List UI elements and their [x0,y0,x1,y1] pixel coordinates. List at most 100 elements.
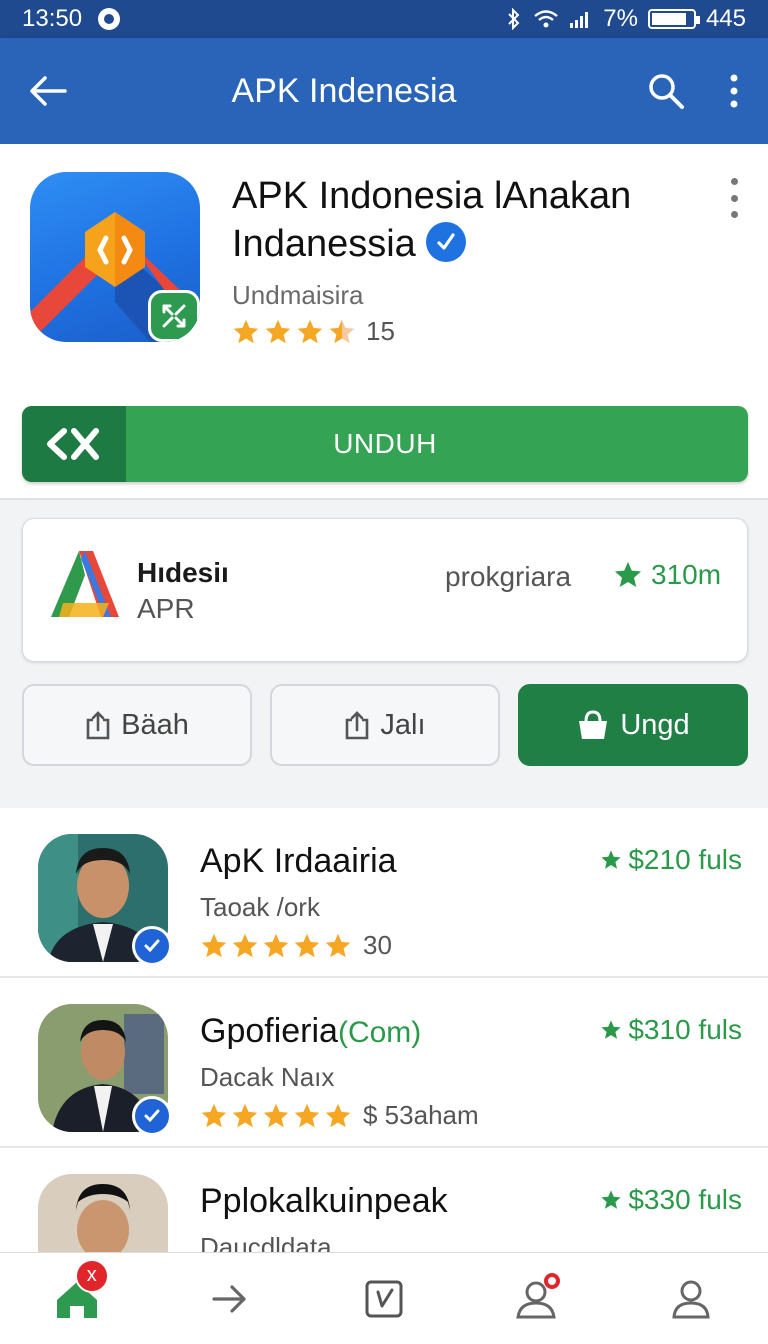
developer-name[interactable]: Undmaisira [232,280,364,311]
publisher-score: 310m [613,559,721,591]
star-icon [201,1103,227,1127]
back-button[interactable] [0,38,96,144]
list-item-sub: Dacak Naıx [200,1062,335,1092]
verified-icon [132,1096,172,1136]
bag-icon [579,710,608,739]
rating-count: 15 [366,316,395,346]
star-icon [601,850,621,869]
wifi-icon [534,10,559,28]
status-extra: 445 [705,5,746,32]
nav-people[interactable] [488,1253,588,1344]
publisher-name: Hıdesiı [137,557,229,588]
star-icon [294,933,320,957]
verified-icon [425,221,466,262]
list-item[interactable]: Gpofieria(Com) Dacak Naıx $ 53aham $310 … [0,978,768,1148]
star-icon [201,933,227,957]
app-more-button[interactable] [724,178,744,218]
rating-stars [232,318,356,346]
list-item-sub: Taoak /ork [200,892,320,922]
nav-profile[interactable] [641,1253,741,1344]
nav-edit[interactable] [334,1253,434,1344]
action-button-3[interactable]: Ungd [518,684,748,766]
app-title-line2-wrap: Indanessia [232,220,692,268]
app-title-line1: APK Indonesia lAnakan [232,175,632,217]
list-item[interactable]: Pplokalkuinpeak Daucdldata $330 fuls [0,1148,768,1252]
star-icon [232,933,258,957]
status-right: 7% 445 [505,5,746,33]
app-title: APK Indonesia lAnakan Indanessia [232,172,692,268]
star-icon [233,319,259,343]
price-value: $330 fuls [628,1184,742,1215]
rating-stars [200,932,352,960]
star-icon [325,933,351,957]
share-icon [86,711,110,740]
list-item-name: Gpofieria(Com) [200,1012,421,1051]
publisher-score-value: 310m [651,559,722,590]
app-rating: 15 [232,316,395,347]
battery-percent: 7% [603,5,638,32]
bottom-nav: x [0,1252,768,1344]
download-lead-icon [22,406,126,482]
publisher-logo-icon [49,547,121,625]
publisher-category: prokgriara [445,561,572,592]
forward-icon [212,1284,246,1313]
star-icon [614,561,642,587]
arrow-left-icon [30,76,67,106]
star-icon [263,1103,289,1127]
rating-text: $ 53aham [363,1100,479,1130]
list-item-tag: (Com) [337,1016,422,1049]
action-button-2[interactable]: Jalı [270,684,500,766]
star-icon [297,319,323,343]
price-value: $310 fuls [628,1014,742,1045]
action-row: Bäah Jalı Ungd [22,684,748,766]
list-item-title: Gpofieria [200,1012,338,1050]
battery-icon [647,9,700,29]
star-icon [263,933,289,957]
list-item-sub: Daucdldata [200,1232,332,1252]
star-icon [232,1103,258,1127]
rating-stars [200,1102,352,1130]
bluetooth-icon [508,8,520,30]
app-bar: APK Indenesia [0,38,768,144]
action-label-2: Jalı [380,708,426,741]
nav-home[interactable]: x [27,1253,127,1344]
list-item-price: $210 fuls [600,844,742,876]
nav-forward[interactable] [180,1253,280,1344]
notification-dot [543,1272,560,1289]
verified-icon [132,926,172,966]
star-icon [294,1103,320,1127]
status-time: 13:50 [22,5,83,32]
app-bar-title: APK Indenesia [231,71,457,110]
app-header: APK Indonesia lAnakan Indanessia Undmais… [0,144,768,500]
star-icon [329,319,355,343]
rating-text: 30 [363,930,392,960]
price-value: $210 fuls [628,844,742,875]
list-item-rating: 30 [200,930,392,961]
list-item-title: Pplokalkuinpeak [200,1182,448,1220]
notification-icon [98,8,121,30]
avatar [38,1174,168,1252]
star-icon [325,1103,351,1127]
notification-badge: x [74,1258,109,1293]
download-button[interactable]: UNDUH [22,406,748,482]
star-icon [265,319,291,343]
list-item[interactable]: ApK Irdaairia Taoak /ork 30 $210 fuls [0,808,768,978]
star-icon [601,1020,621,1039]
app-title-line2: Indanessia [232,223,416,265]
edit-icon [365,1280,403,1317]
action-label-1: Bäah [121,708,189,741]
status-bar: 13:50 7% 445 [0,0,768,38]
action-button-1[interactable]: Bäah [22,684,252,766]
action-label-3: Ungd [620,708,690,741]
publisher-sub: APR [137,593,195,624]
info-card[interactable]: Hıdesiı APR prokgriara 310m [22,518,748,662]
download-label: UNDUH [333,428,437,459]
app-list: ApK Irdaairia Taoak /ork 30 $210 fuls Gp… [0,808,768,1252]
signal-icon [570,12,589,28]
search-button[interactable] [632,38,700,144]
list-item-price: $310 fuls [600,1014,742,1046]
overflow-menu-button[interactable] [700,38,768,144]
share-icon [346,711,369,740]
list-item-name: Pplokalkuinpeak [200,1182,448,1221]
list-item-title: ApK Irdaairia [200,842,397,880]
